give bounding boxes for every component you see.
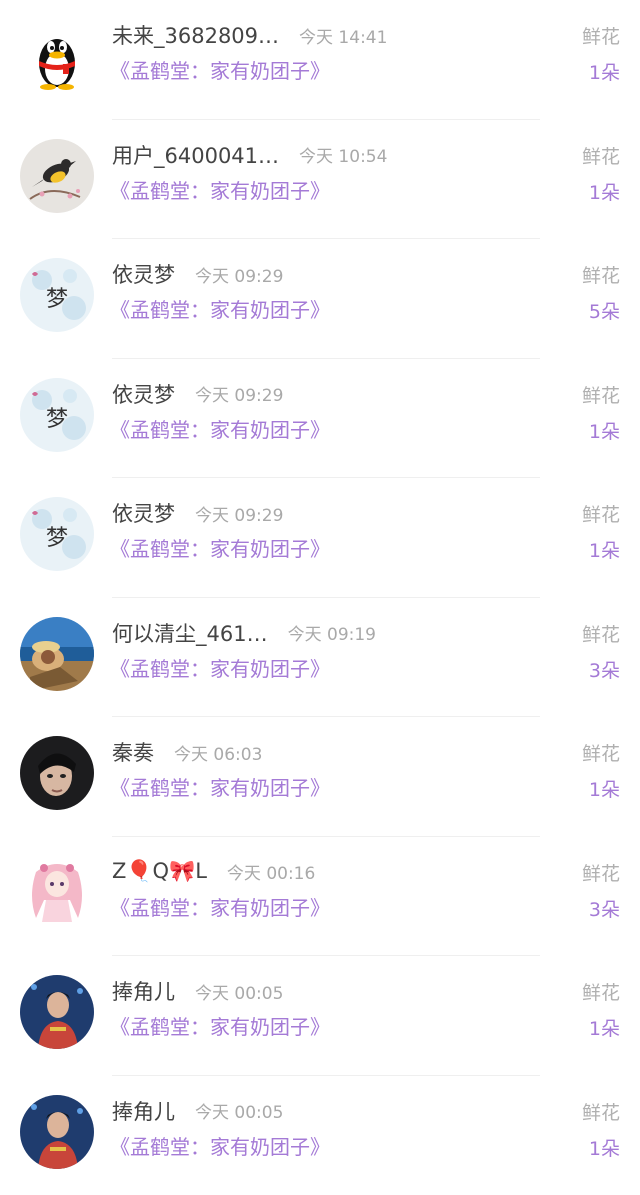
gift-count: 1朵 [589,58,620,85]
list-item[interactable]: 用户_6400041… 今天 10:54 《孟鹤堂：家有奶团子》 鲜花 1朵 [0,120,640,240]
gift-count: 1朵 [589,417,620,444]
performer-avatar[interactable] [20,975,94,1049]
bird-avatar[interactable] [20,139,94,213]
meng-character-avatar[interactable]: 梦 [20,258,94,332]
user-name[interactable]: 依灵梦 [112,379,175,409]
gift-type-label: 鲜花 [582,261,620,288]
seaside-person-avatar[interactable] [20,617,94,691]
user-name[interactable]: 捧角儿 [112,976,175,1006]
list-item[interactable]: 何以清尘_461… 今天 09:19 《孟鹤堂：家有奶团子》 鲜花 3朵 [0,598,640,718]
user-name[interactable]: 依灵梦 [112,498,175,528]
gift-count: 1朵 [589,1134,620,1161]
book-title[interactable]: 《孟鹤堂：家有奶团子》 [110,55,330,84]
user-name[interactable]: Z🎈Q🎀L [112,859,207,884]
gift-count: 5朵 [589,297,620,324]
list-item[interactable]: 捧角儿 今天 00:05 《孟鹤堂：家有奶团子》 鲜花 1朵 [0,956,640,1076]
timestamp: 今天 00:05 [195,1098,283,1123]
svg-text:梦: 梦 [46,526,68,551]
gift-type-label: 鲜花 [582,142,620,169]
timestamp: 今天 00:05 [195,979,283,1004]
book-title[interactable]: 《孟鹤堂：家有奶团子》 [110,175,330,204]
timestamp: 今天 14:41 [299,23,387,48]
user-name[interactable]: 未来_3682809… [112,20,279,50]
user-name[interactable]: 何以清尘_461… [112,618,268,648]
svg-text:梦: 梦 [46,287,68,312]
book-title[interactable]: 《孟鹤堂：家有奶团子》 [110,892,330,921]
gift-count: 1朵 [589,536,620,563]
book-title[interactable]: 《孟鹤堂：家有奶团子》 [110,1011,330,1040]
gift-type-label: 鲜花 [582,739,620,766]
gift-type-label: 鲜花 [582,620,620,647]
anime-girl-avatar[interactable] [20,856,94,930]
list-item[interactable]: 梦 依灵梦 今天 09:29 《孟鹤堂：家有奶团子》 鲜花 1朵 [0,478,640,598]
timestamp: 今天 09:19 [288,620,376,645]
gift-count: 1朵 [589,1014,620,1041]
gift-count: 3朵 [589,895,620,922]
book-title[interactable]: 《孟鹤堂：家有奶团子》 [110,533,330,562]
timestamp: 今天 10:54 [299,142,387,167]
book-title[interactable]: 《孟鹤堂：家有奶团子》 [110,653,330,682]
gift-count: 3朵 [589,656,620,683]
gift-type-label: 鲜花 [582,978,620,1005]
book-title[interactable]: 《孟鹤堂：家有奶团子》 [110,294,330,323]
gift-count: 1朵 [589,178,620,205]
portrait-avatar[interactable] [20,736,94,810]
gift-count: 1朵 [589,775,620,802]
performer-avatar[interactable] [20,1095,94,1169]
list-item[interactable]: 未来_3682809… 今天 14:41 《孟鹤堂：家有奶团子》 鲜花 1朵 [0,0,640,120]
user-name[interactable]: 依灵梦 [112,259,175,289]
timestamp: 今天 09:29 [195,381,283,406]
timestamp: 今天 06:03 [174,740,262,765]
gift-type-label: 鲜花 [582,22,620,49]
timestamp: 今天 09:29 [195,262,283,287]
user-name[interactable]: 用户_6400041… [112,140,279,170]
timestamp: 今天 00:16 [227,859,315,884]
book-title[interactable]: 《孟鹤堂：家有奶团子》 [110,414,330,443]
meng-character-avatar[interactable]: 梦 [20,497,94,571]
user-name[interactable]: 秦奏 [112,737,154,767]
qq-penguin-avatar[interactable] [20,19,94,93]
meng-character-avatar[interactable]: 梦 [20,378,94,452]
list-item[interactable]: Z🎈Q🎀L 今天 00:16 《孟鹤堂：家有奶团子》 鲜花 3朵 [0,837,640,957]
gift-type-label: 鲜花 [582,381,620,408]
gift-type-label: 鲜花 [582,859,620,886]
book-title[interactable]: 《孟鹤堂：家有奶团子》 [110,772,330,801]
svg-text:梦: 梦 [46,407,68,432]
book-title[interactable]: 《孟鹤堂：家有奶团子》 [110,1131,330,1160]
gift-type-label: 鲜花 [582,1098,620,1125]
list-item[interactable]: 秦奏 今天 06:03 《孟鹤堂：家有奶团子》 鲜花 1朵 [0,717,640,837]
list-item[interactable]: 捧角儿 今天 00:05 《孟鹤堂：家有奶团子》 鲜花 1朵 [0,1076,640,1195]
list-item[interactable]: 梦 依灵梦 今天 09:29 《孟鹤堂：家有奶团子》 鲜花 1朵 [0,359,640,479]
list-item[interactable]: 梦 依灵梦 今天 09:29 《孟鹤堂：家有奶团子》 鲜花 5朵 [0,239,640,359]
timestamp: 今天 09:29 [195,501,283,526]
user-name[interactable]: 捧角儿 [112,1096,175,1126]
gift-type-label: 鲜花 [582,500,620,527]
gift-list: 未来_3682809… 今天 14:41 《孟鹤堂：家有奶团子》 鲜花 1朵 [0,0,640,1179]
